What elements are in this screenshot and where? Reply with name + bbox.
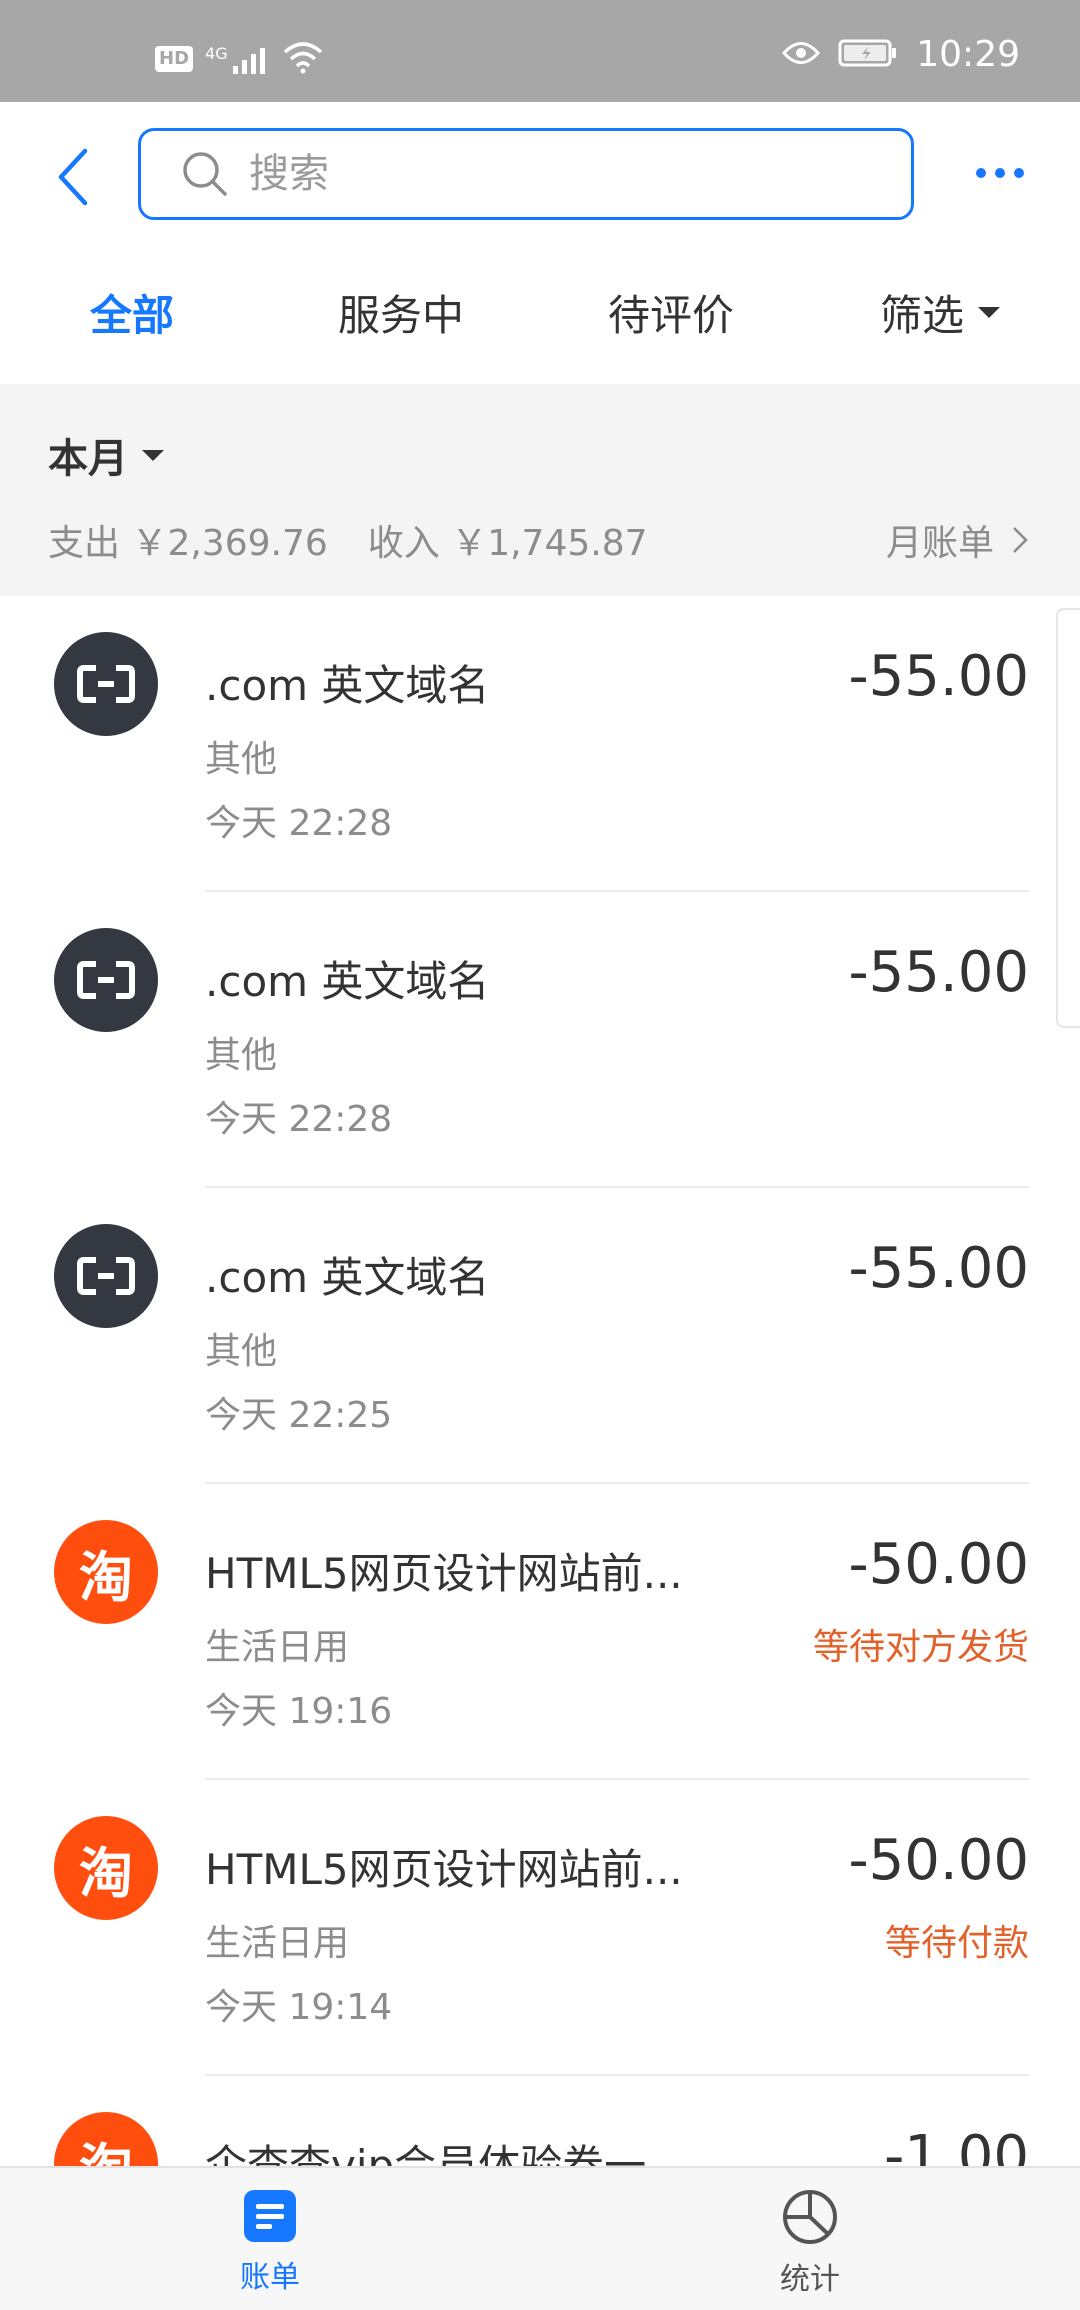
search-box[interactable] bbox=[138, 128, 914, 220]
eye-icon bbox=[782, 40, 821, 70]
transaction-row[interactable]: .com 英文域名 其他 今天 22:28 -55.00 bbox=[0, 596, 1080, 892]
pie-chart-icon bbox=[783, 2190, 837, 2244]
tab-filter[interactable]: 筛选 bbox=[880, 282, 1001, 343]
search-icon bbox=[183, 152, 227, 196]
transaction-amount: -55.00 bbox=[848, 1236, 1029, 1301]
aliyun-icon bbox=[54, 632, 158, 736]
transaction-title: HTML5网页设计网站前... bbox=[205, 1845, 683, 1894]
month-label: 本月 bbox=[48, 436, 128, 482]
transaction-time: 今天 22:28 bbox=[205, 803, 393, 844]
transaction-amount: -50.00 bbox=[848, 1828, 1029, 1893]
transaction-row[interactable]: .com 英文域名 其他 今天 22:25 -55.00 bbox=[0, 1188, 1080, 1484]
transaction-status: 等待对方发货 bbox=[812, 1627, 1029, 1668]
transaction-time: 今天 19:16 bbox=[205, 1691, 393, 1732]
search-input[interactable] bbox=[249, 151, 849, 197]
transaction-amount: -1.00 bbox=[884, 2124, 1029, 2166]
status-bar: HD 4G 10:29 bbox=[0, 0, 1080, 102]
transaction-category: 生活日用 bbox=[205, 1627, 350, 1668]
taobao-icon: 淘 bbox=[54, 1520, 158, 1624]
nav-stats-label: 统计 bbox=[780, 2262, 840, 2297]
status-right: 10:29 bbox=[782, 34, 1020, 75]
chevron-right-icon bbox=[1013, 527, 1028, 553]
tab-in-service[interactable]: 服务中 bbox=[338, 282, 464, 343]
transaction-time: 今天 19:14 bbox=[205, 1987, 393, 2028]
back-button[interactable] bbox=[48, 142, 98, 212]
more-dots-icon bbox=[976, 168, 1024, 178]
monthly-bill-link[interactable]: 月账单 bbox=[886, 514, 1028, 566]
transaction-category: 其他 bbox=[205, 739, 278, 780]
signal-icon: 4G bbox=[205, 44, 271, 74]
transaction-title: .com 英文域名 bbox=[205, 1253, 490, 1302]
transaction-category: 其他 bbox=[205, 1331, 278, 1372]
aliyun-icon bbox=[54, 1224, 158, 1328]
transaction-amount: -50.00 bbox=[848, 1532, 1029, 1597]
summary-totals: 支出 ￥2,369.76 收入 ￥1,745.87 bbox=[48, 514, 648, 566]
transaction-title: .com 英文域名 bbox=[205, 661, 490, 710]
transaction-title: 企查查vip会员体验卷一 bbox=[205, 2141, 647, 2166]
transaction-amount: -55.00 bbox=[848, 644, 1029, 709]
transaction-title: HTML5网页设计网站前... bbox=[205, 1549, 683, 1598]
transaction-status: 等待付款 bbox=[884, 1923, 1029, 1964]
transaction-row[interactable]: 淘 HTML5网页设计网站前... 生活日用 今天 19:14 -50.00 等… bbox=[0, 1780, 1080, 2076]
transaction-list: .com 英文域名 其他 今天 22:28 -55.00 .com 英文域名 其… bbox=[0, 596, 1080, 2166]
wifi-icon bbox=[283, 40, 323, 78]
tab-filter-label: 筛选 bbox=[880, 291, 965, 340]
nav-bill[interactable]: 账单 bbox=[210, 2188, 330, 2296]
filter-tabs: 全部 服务中 待评价 筛选 bbox=[0, 252, 1080, 384]
scroll-indicator[interactable] bbox=[1056, 608, 1080, 1028]
transaction-row[interactable]: .com 英文域名 其他 今天 22:28 -55.00 bbox=[0, 892, 1080, 1188]
month-selector[interactable]: 本月 bbox=[48, 426, 164, 484]
transaction-time: 今天 22:25 bbox=[205, 1395, 393, 1436]
tab-pending-review[interactable]: 待评价 bbox=[608, 282, 734, 343]
transaction-row[interactable]: 淘 企查查vip会员体验卷一 -1.00 bbox=[0, 2076, 1080, 2166]
month-summary: 本月 支出 ￥2,369.76 收入 ￥1,745.87 月账单 bbox=[0, 384, 1080, 596]
transaction-row[interactable]: 淘 HTML5网页设计网站前... 生活日用 今天 19:16 -50.00 等… bbox=[0, 1484, 1080, 1780]
tab-all[interactable]: 全部 bbox=[90, 282, 174, 343]
nav-stats[interactable]: 统计 bbox=[750, 2188, 870, 2298]
income-total: 收入 ￥1,745.87 bbox=[367, 523, 648, 564]
more-button[interactable] bbox=[970, 148, 1030, 198]
transaction-category: 其他 bbox=[205, 1035, 278, 1076]
transaction-category: 生活日用 bbox=[205, 1923, 350, 1964]
chevron-left-icon bbox=[58, 148, 88, 206]
expense-total: 支出 ￥2,369.76 bbox=[48, 523, 328, 564]
nav-bill-label: 账单 bbox=[240, 2260, 300, 2295]
battery-icon bbox=[838, 38, 898, 72]
transaction-title: .com 英文域名 bbox=[205, 957, 490, 1006]
clock: 10:29 bbox=[916, 34, 1020, 75]
taobao-icon: 淘 bbox=[54, 2112, 158, 2166]
header bbox=[0, 102, 1080, 252]
bill-icon bbox=[244, 2190, 296, 2242]
taobao-icon: 淘 bbox=[54, 1816, 158, 1920]
network-type: 4G bbox=[205, 44, 228, 63]
monthly-bill-label: 月账单 bbox=[885, 523, 994, 564]
caret-down-icon bbox=[142, 449, 164, 461]
aliyun-icon bbox=[54, 928, 158, 1032]
status-left: HD 4G bbox=[155, 40, 323, 78]
hd-badge: HD bbox=[155, 46, 194, 72]
caret-down-icon bbox=[978, 307, 1001, 318]
transaction-amount: -55.00 bbox=[848, 940, 1029, 1005]
transaction-time: 今天 22:28 bbox=[205, 1099, 393, 1140]
bottom-nav: 账单 统计 bbox=[0, 2166, 1080, 2310]
